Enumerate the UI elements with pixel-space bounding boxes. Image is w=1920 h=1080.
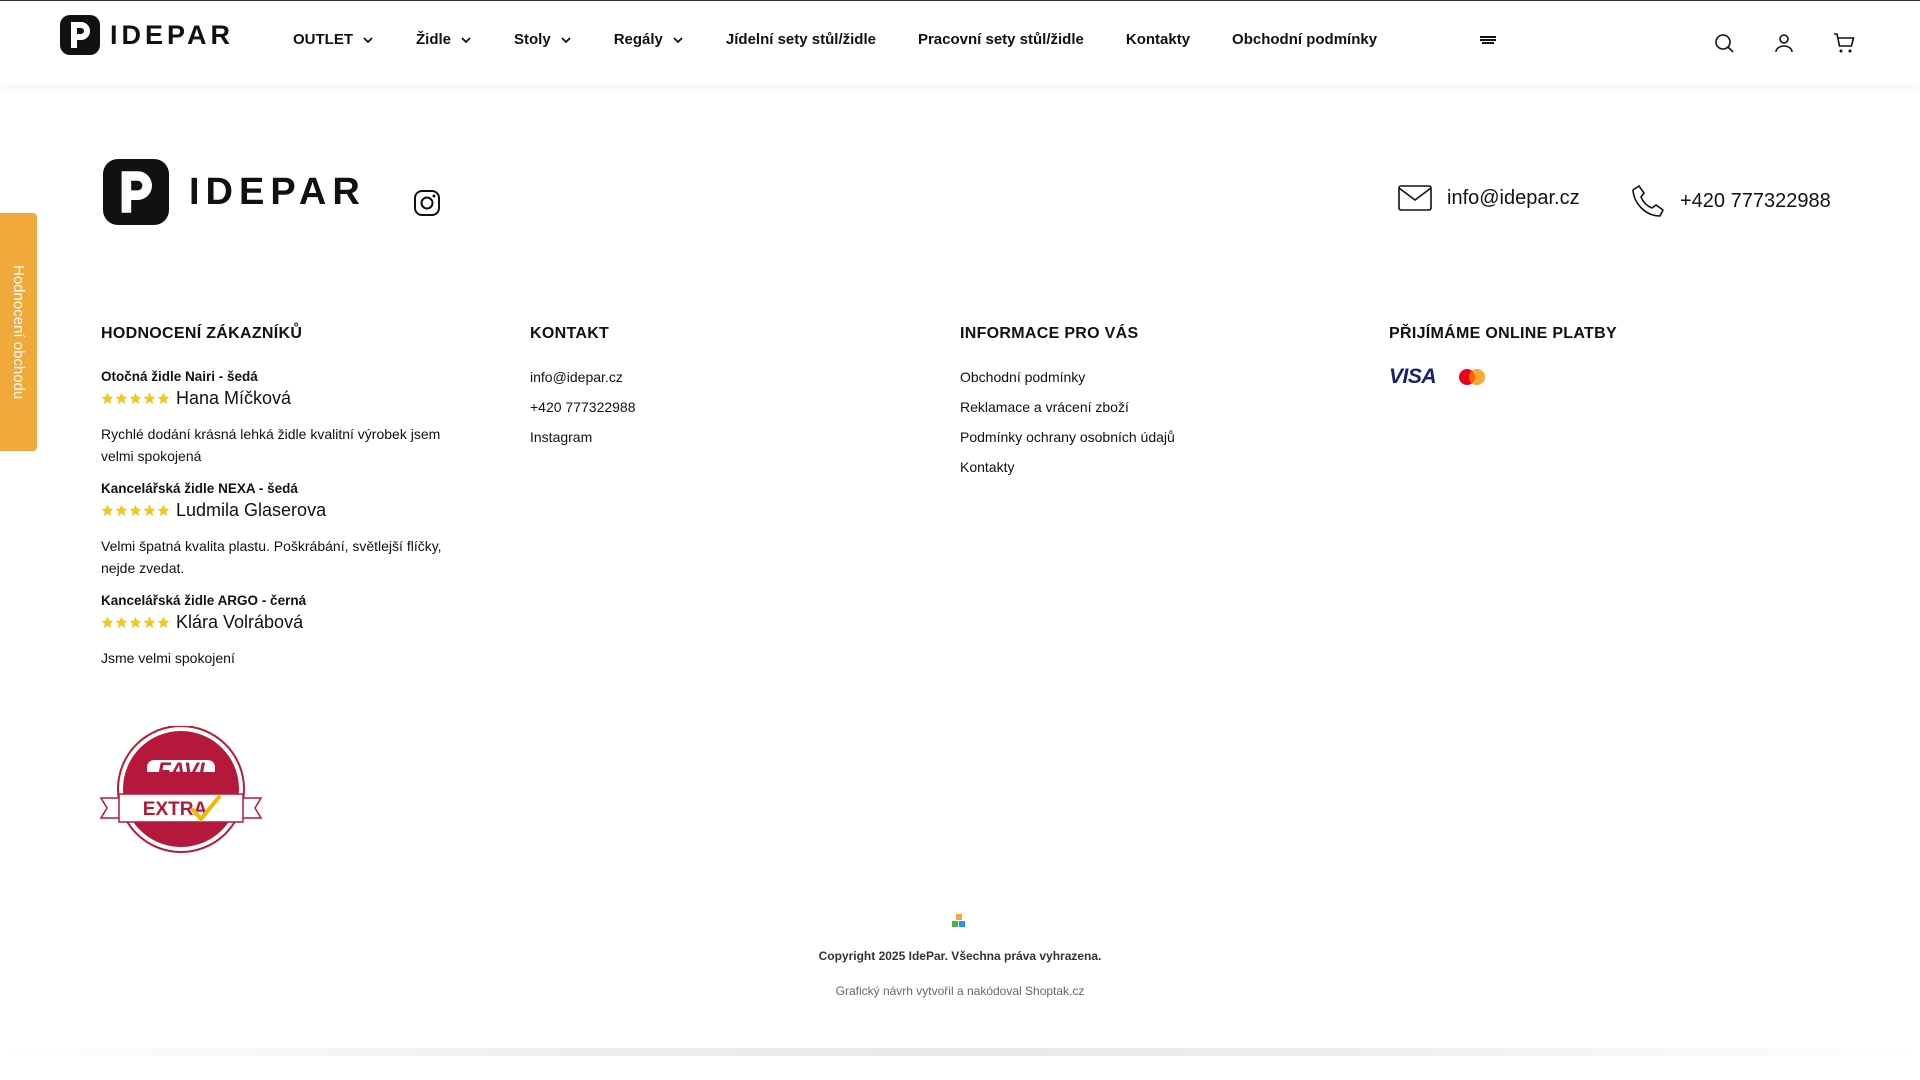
rating-stars bbox=[101, 504, 170, 517]
nav-item-outlet[interactable]: OUTLET bbox=[293, 31, 374, 48]
star-icon bbox=[115, 392, 128, 404]
instagram-icon[interactable] bbox=[412, 188, 442, 218]
review-author: Hana Míčková bbox=[176, 388, 292, 408]
star-icon bbox=[101, 504, 114, 516]
footer-email-link[interactable]: info@idepar.cz bbox=[1397, 183, 1580, 213]
star-icon bbox=[143, 392, 156, 404]
chevron-down-icon bbox=[673, 36, 683, 43]
main-nav: OUTLET Židle Stoly Regály Jídelní sety s… bbox=[293, 31, 1419, 48]
contact-column: KONTAKT info@idepar.cz +420 777322988 In… bbox=[530, 325, 636, 459]
logo-text: IDEPAR bbox=[189, 170, 366, 213]
review-product[interactable]: Kancelářská židle NEXA - šedá bbox=[101, 481, 461, 496]
nav-item-pracovni-sety[interactable]: Pracovní sety stůl/židle bbox=[918, 31, 1084, 48]
rating-stars bbox=[101, 392, 170, 405]
credits-link[interactable]: Grafický návrh vytvořil a nakódoval Shop… bbox=[0, 984, 1920, 998]
contact-phone-link[interactable]: +420 777322988 bbox=[530, 399, 636, 415]
review-text: Velmi špatná kvalita plastu. Poškrábání,… bbox=[101, 538, 442, 576]
info-title: INFORMACE PRO VÁS bbox=[960, 325, 1139, 342]
visa-logo: VISA bbox=[1389, 365, 1437, 388]
reviews-title: HODNOCENÍ ZÁKAZNÍKŮ bbox=[101, 325, 303, 342]
star-icon bbox=[157, 392, 170, 404]
review-item: Otočná židle Nairi - šedá Hana Míčková R… bbox=[101, 369, 461, 467]
star-icon bbox=[129, 616, 142, 628]
review-text: Rychlé dodání krásná lehká židle kvalitn… bbox=[101, 426, 441, 464]
site-header: IDEPAR OUTLET Židle Stoly Regály Jídelní… bbox=[0, 0, 1920, 85]
favi-badge-top: FAVI bbox=[157, 758, 205, 783]
rating-stars bbox=[101, 616, 170, 629]
favi-extra-badge[interactable]: FAVI EXTRA bbox=[99, 726, 263, 856]
contact-title: KONTAKT bbox=[530, 325, 610, 342]
bottom-divider bbox=[0, 1048, 1920, 1056]
star-icon bbox=[143, 616, 156, 628]
review-item: Kancelářská židle ARGO - černá Klára Vol… bbox=[101, 593, 461, 669]
reviews-column: HODNOCENÍ ZÁKAZNÍKŮ Otočná židle Nairi -… bbox=[101, 325, 461, 683]
nav-item-regaly[interactable]: Regály bbox=[614, 31, 684, 48]
shoptak-logo-icon[interactable] bbox=[950, 913, 970, 933]
review-product[interactable]: Kancelářská židle ARGO - černá bbox=[101, 593, 461, 608]
user-icon[interactable] bbox=[1772, 31, 1796, 55]
nav-item-stoly[interactable]: Stoly bbox=[514, 31, 572, 48]
review-item: Kancelářská židle NEXA - šedá Ludmila Gl… bbox=[101, 481, 461, 579]
chevron-down-icon bbox=[561, 36, 571, 43]
star-icon bbox=[157, 504, 170, 516]
logo-text: IDEPAR bbox=[110, 19, 235, 50]
chevron-down-icon bbox=[461, 36, 471, 43]
hamburger-icon[interactable] bbox=[1480, 34, 1496, 46]
info-link-returns[interactable]: Reklamace a vrácení zboží bbox=[960, 399, 1175, 415]
review-text: Jsme velmi spokojení bbox=[101, 650, 235, 666]
review-product[interactable]: Otočná židle Nairi - šedá bbox=[101, 369, 461, 384]
logo-mark-icon bbox=[103, 159, 169, 225]
info-link-privacy[interactable]: Podmínky ochrany osobních údajů bbox=[960, 429, 1175, 445]
mastercard-logo bbox=[1459, 369, 1486, 385]
contact-instagram-link[interactable]: Instagram bbox=[530, 429, 636, 445]
copyright-text: Copyright 2025 IdePar. Všechna práva vyh… bbox=[818, 949, 1102, 963]
review-author: Klára Volrábová bbox=[176, 612, 304, 632]
cart-icon[interactable] bbox=[1832, 31, 1856, 55]
star-icon bbox=[129, 504, 142, 516]
star-icon bbox=[143, 504, 156, 516]
nav-item-kontakty[interactable]: Kontakty bbox=[1126, 31, 1190, 48]
nav-item-obchodni-podminky[interactable]: Obchodní podmínky bbox=[1232, 31, 1377, 48]
footer-logo[interactable]: IDEPAR bbox=[103, 159, 366, 225]
info-column: INFORMACE PRO VÁS Obchodní podmínky Rekl… bbox=[960, 325, 1175, 489]
nav-item-jidelni-sety[interactable]: Jídelní sety stůl/židle bbox=[726, 31, 876, 48]
star-icon bbox=[101, 392, 114, 404]
info-link-contacts[interactable]: Kontakty bbox=[960, 459, 1175, 475]
header-logo[interactable]: IDEPAR bbox=[60, 15, 234, 55]
star-icon bbox=[157, 616, 170, 628]
star-icon bbox=[101, 616, 114, 628]
star-icon bbox=[129, 392, 142, 404]
header-actions bbox=[1712, 31, 1856, 55]
chevron-down-icon bbox=[363, 36, 373, 43]
info-link-terms[interactable]: Obchodní podmínky bbox=[960, 369, 1175, 385]
contact-email-link[interactable]: info@idepar.cz bbox=[530, 369, 636, 385]
review-author: Ludmila Glaserova bbox=[176, 500, 327, 520]
payments-title: PŘIJÍMÁME ONLINE PLATBY bbox=[1389, 325, 1617, 342]
star-icon bbox=[115, 504, 128, 516]
shop-rating-tab[interactable]: Hodnocení obchodu bbox=[0, 213, 37, 451]
star-icon bbox=[115, 616, 128, 628]
search-icon[interactable] bbox=[1712, 31, 1736, 55]
envelope-icon bbox=[1398, 185, 1432, 211]
footer-phone-link[interactable]: +420 777322988 bbox=[1630, 183, 1831, 219]
phone-icon bbox=[1632, 185, 1664, 217]
payment-logos: VISA bbox=[1389, 365, 1617, 389]
nav-item-zidle[interactable]: Židle bbox=[416, 31, 472, 48]
payments-column: PŘIJÍMÁME ONLINE PLATBY VISA bbox=[1389, 325, 1617, 389]
logo-mark-icon bbox=[60, 15, 100, 55]
